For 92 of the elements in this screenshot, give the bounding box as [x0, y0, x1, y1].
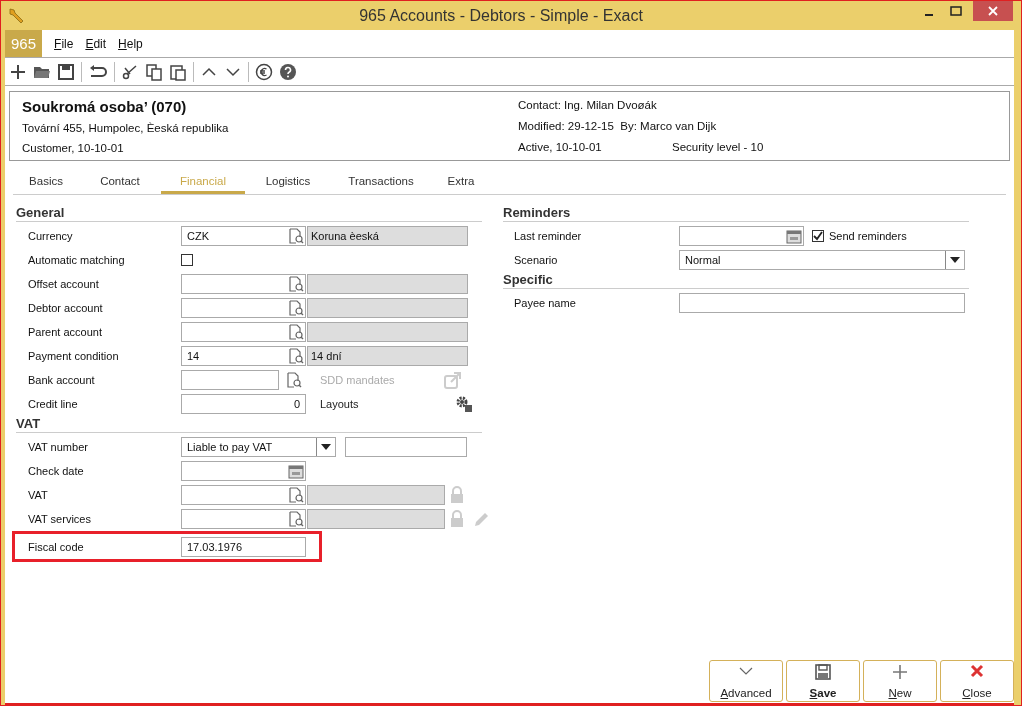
security-text: Security level - 10: [672, 141, 764, 154]
help-icon[interactable]: [279, 62, 297, 81]
window-title: 965 Accounts - Debtors - Simple - Exact: [358, 6, 644, 25]
lookup-icon[interactable]: [288, 300, 304, 316]
lookup-icon[interactable]: [288, 511, 304, 527]
lookup-field[interactable]: [181, 298, 306, 318]
field-label: Bank account: [27, 374, 96, 386]
dropdown[interactable]: Normal: [679, 250, 965, 270]
input-field[interactable]: [679, 293, 965, 313]
lookup-icon[interactable]: [288, 348, 304, 364]
close-icon: [970, 664, 984, 678]
account-type: Customer, 10-10-01: [22, 142, 124, 155]
menu-item[interactable]: Help: [118, 36, 143, 51]
lookup-field[interactable]: [181, 509, 306, 529]
plus-icon: [892, 664, 908, 680]
description-field: 14 dní: [307, 346, 468, 366]
field-label: Payment condition: [27, 350, 120, 362]
section-title: VAT: [16, 416, 482, 433]
lookup-icon[interactable]: [288, 228, 304, 244]
save-icon: [815, 664, 831, 680]
lookup-icon[interactable]: [288, 276, 304, 292]
lock-icon: [450, 510, 464, 528]
lookup-field[interactable]: [181, 274, 306, 294]
gear-icon[interactable]: [454, 395, 473, 413]
checkbox[interactable]: [812, 230, 824, 242]
field-label: Scenario: [513, 254, 559, 266]
copy-icon[interactable]: [145, 62, 163, 81]
lookup-field[interactable]: [181, 485, 306, 505]
section-title: Reminders: [503, 205, 969, 222]
input-field[interactable]: 0: [181, 394, 306, 414]
description-field: Koruna èeská: [307, 226, 468, 246]
account-address: Tovární 455, Humpolec, Èeská republika: [22, 122, 229, 135]
field-label: Last reminder: [513, 230, 583, 242]
tab[interactable]: Logistics: [245, 173, 331, 192]
menu-item[interactable]: File: [54, 36, 74, 51]
field-label: Fiscal code: [27, 540, 85, 553]
modified-text: Modified: 29-12-15 By: Marco van Dijk: [518, 120, 717, 132]
tab[interactable]: Extra: [431, 173, 491, 192]
field-label: Credit line: [27, 398, 79, 410]
lookup-field[interactable]: CZK: [181, 226, 306, 246]
app-badge: 965: [5, 30, 43, 57]
calendar-icon[interactable]: [786, 228, 802, 244]
calendar-icon[interactable]: [288, 463, 304, 479]
field-label: VAT number: [27, 441, 89, 453]
add-icon[interactable]: [9, 62, 27, 81]
input-field[interactable]: [345, 437, 467, 457]
contact-text: Contact: Ing. Milan Dvoøák: [518, 98, 657, 111]
field-label: VAT: [27, 489, 49, 501]
field-label: Offset account: [27, 278, 100, 290]
action-button[interactable]: Close: [940, 660, 1014, 702]
date-field[interactable]: [679, 226, 804, 246]
paste-icon[interactable]: [169, 62, 187, 81]
action-button[interactable]: Advanced: [709, 660, 783, 702]
checkbox-label: Send reminders: [829, 230, 907, 242]
scissors-icon[interactable]: [121, 62, 139, 81]
action-button[interactable]: New: [863, 660, 937, 702]
field-label: Check date: [27, 465, 85, 477]
field-label: Parent account: [27, 326, 103, 338]
input-field[interactable]: [181, 370, 279, 390]
lookup-field[interactable]: [181, 322, 306, 342]
section-title: General: [16, 205, 482, 222]
lookup-icon[interactable]: [288, 487, 304, 503]
date-field[interactable]: [181, 461, 306, 481]
field-label: Automatic matching: [27, 254, 126, 266]
close-icon: [988, 6, 998, 16]
field-label: Payee name: [513, 297, 577, 309]
status-text: Active, 10-10-01: [518, 141, 603, 154]
field-label: Debtor account: [27, 302, 104, 314]
lock-icon: [450, 486, 464, 504]
tab[interactable]: Contact: [79, 173, 161, 192]
layouts-link[interactable]: Layouts: [320, 398, 359, 410]
dropdown[interactable]: Liable to pay VAT: [181, 437, 336, 457]
account-name: Soukromá osoba’ (070): [22, 97, 187, 115]
action-button[interactable]: Save: [786, 660, 860, 702]
close-button[interactable]: [973, 1, 1013, 21]
lookup-icon[interactable]: [286, 372, 302, 388]
checkbox[interactable]: [181, 254, 193, 266]
maximize-icon: [949, 6, 962, 16]
input-field[interactable]: 17.03.1976: [181, 536, 306, 557]
tab[interactable]: Transactions: [331, 173, 431, 192]
lookup-field[interactable]: 14: [181, 346, 306, 366]
field-label: Currency: [27, 230, 74, 242]
euro-icon[interactable]: [255, 62, 273, 81]
caret-icon: [321, 444, 331, 450]
lookup-icon[interactable]: [288, 324, 304, 340]
tab[interactable]: Basics: [13, 173, 79, 192]
section-title: Specific: [503, 272, 969, 289]
menu-item[interactable]: Edit: [85, 36, 107, 51]
field-label: VAT services: [27, 513, 92, 525]
minimize-icon: [924, 14, 933, 16]
save-icon[interactable]: [57, 62, 75, 81]
caret-icon: [950, 257, 960, 263]
